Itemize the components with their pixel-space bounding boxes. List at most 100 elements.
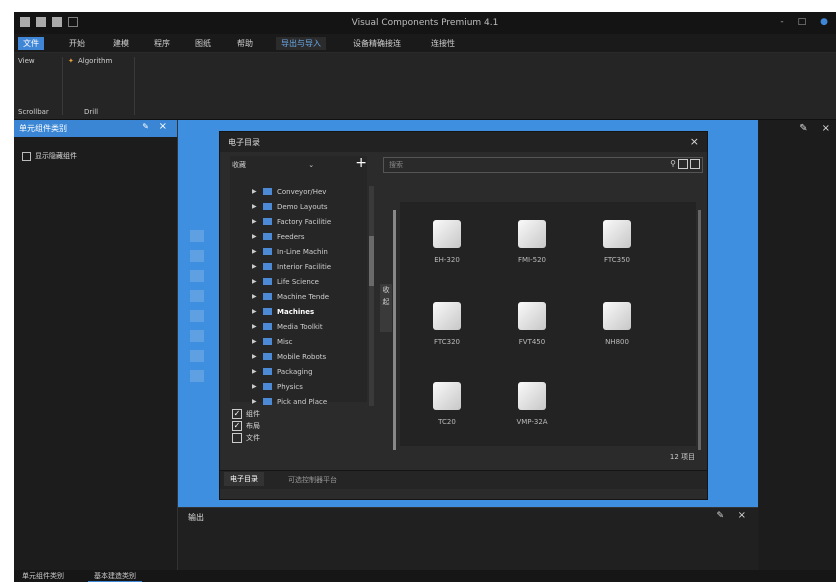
component-tile[interactable]: TC20 [412,382,482,426]
view-tool-icon[interactable] [190,310,204,322]
tree-item[interactable]: ▶ Life Science [252,274,331,289]
tree-item[interactable]: ▶ In-Line Machin [252,244,331,259]
ribbon-view-button[interactable]: View [18,57,35,65]
menu-program[interactable]: 程序 [149,37,175,50]
menu-modeling[interactable]: 建模 [108,37,134,50]
list-view-icon[interactable] [678,159,688,169]
view-tool-icon[interactable] [190,350,204,362]
expand-arrow-icon[interactable]: ▶ [252,383,258,390]
close-icon[interactable]: × [738,510,746,521]
chevron-down-icon[interactable]: ⌄ [308,161,314,169]
menu-home[interactable]: 开始 [64,37,90,50]
tree-item[interactable]: ▶ Physics [252,379,331,394]
expand-arrow-icon[interactable]: ▶ [252,218,258,225]
search-icon[interactable]: ⚲ [670,159,676,168]
add-icon[interactable]: + [355,155,367,171]
app-window: Visual Components Premium 4.1 - □ ● 文件 开… [14,12,836,582]
checkbox-checked[interactable]: ✓ [232,421,242,431]
tree-header[interactable]: 收藏 ⌄ [232,160,314,170]
collapse-tab[interactable]: 收起 [380,284,392,332]
output-title: 输出 [188,513,204,522]
component-tile[interactable]: NH800 [582,302,652,346]
expand-arrow-icon[interactable]: ▶ [252,233,258,240]
expand-arrow-icon[interactable]: ▶ [252,353,258,360]
show-hidden-checkbox[interactable]: 显示隐藏组件 [22,151,77,161]
pin-icon[interactable]: ✎ [799,123,807,134]
menu-device-connect[interactable]: 设备精确接连 [348,37,406,50]
tree-item[interactable]: ▶ Packaging [252,364,331,379]
component-tile[interactable]: EH-320 [412,220,482,264]
checkbox-box[interactable] [22,151,31,161]
filter-layouts[interactable]: ✓ 布局 [232,420,260,432]
search-input[interactable]: 搜索 ⚲ [383,157,703,173]
tree-item[interactable]: ▶ Conveyor/Hev [252,184,331,199]
tree-item[interactable]: ▶ Misc [252,334,331,349]
component-label: TC20 [438,418,456,426]
pin-icon[interactable]: ✎ [716,511,724,521]
tree-item-label: Machines [277,307,315,316]
component-tile[interactable]: FTC350 [582,220,652,264]
checkbox-unchecked[interactable] [232,433,242,443]
expand-arrow-icon[interactable]: ▶ [252,368,258,375]
filter-label: 组件 [246,410,260,418]
grid-scrollbar[interactable] [698,210,701,450]
view-tool-icon[interactable] [190,250,204,262]
tree-item-label: Feeders [277,232,305,241]
component-label: VMP-32A [516,418,548,426]
component-tile[interactable]: FTC320 [412,302,482,346]
close-icon[interactable]: × [159,121,167,132]
expand-arrow-icon[interactable]: ▶ [252,398,258,405]
expand-arrow-icon[interactable]: ▶ [252,248,258,255]
component-tile[interactable]: FVT450 [497,302,567,346]
tree-item-label: Demo Layouts [277,202,328,211]
tab-ecatalog[interactable]: 电子目录 [224,472,264,486]
scrollbar-thumb[interactable] [369,236,374,286]
minimize-button[interactable]: - [780,17,783,27]
tree-item[interactable]: ▶ Media Toolkit [252,319,331,334]
expand-arrow-icon[interactable]: ▶ [252,323,258,330]
expand-arrow-icon[interactable]: ▶ [252,203,258,210]
menu-help[interactable]: 帮助 [232,37,258,50]
tree-item[interactable]: ▶ Demo Layouts [252,199,331,214]
menu-connectivity[interactable]: 连接性 [426,37,460,50]
checkbox-checked[interactable]: ✓ [232,409,242,419]
tree-item[interactable]: ▶ Mobile Robots [252,349,331,364]
tree-item[interactable]: ▶ Interior Facilitie [252,259,331,274]
sort-icon[interactable] [690,159,700,169]
expand-arrow-icon[interactable]: ▶ [252,308,258,315]
tree-scrollbar[interactable] [369,186,374,406]
component-tile[interactable]: FMI-520 [497,220,567,264]
tree-item[interactable]: ▶ Feeders [252,229,331,244]
filter-components[interactable]: ✓ 组件 [232,408,260,420]
view-tool-icon[interactable] [190,330,204,342]
expand-arrow-icon[interactable]: ▶ [252,293,258,300]
tree-item-selected[interactable]: ▶ Machines [252,304,331,319]
component-label: FMI-520 [517,256,547,264]
expand-arrow-icon[interactable]: ▶ [252,278,258,285]
pin-icon[interactable]: ✎ [142,122,149,131]
view-tool-icon[interactable] [190,290,204,302]
menu-file[interactable]: 文件 [18,37,44,50]
tab-controller-platform[interactable]: 可选控制器平台 [288,475,337,485]
menu-drawing[interactable]: 图纸 [190,37,216,50]
view-tool-icon[interactable] [190,270,204,282]
menu-import-export[interactable]: 导出与导入 [276,37,326,50]
tree-item[interactable]: ▶ Machine Tende [252,289,331,304]
view-tool-icon[interactable] [190,230,204,242]
tree-item[interactable]: ▶ Factory Facilitie [252,214,331,229]
filter-files[interactable]: 文件 [232,432,260,444]
expand-arrow-icon[interactable]: ▶ [252,263,258,270]
tab-basic-build[interactable]: 基本建造类别 [88,571,142,582]
component-tile[interactable]: VMP-32A [497,382,567,426]
close-icon[interactable]: × [690,135,699,148]
tab-component-category[interactable]: 单元组件类别 [16,571,70,581]
close-icon[interactable]: × [822,123,830,134]
maximize-button[interactable]: □ [798,17,807,27]
status-dot-icon[interactable]: ● [820,17,828,27]
ribbon-algorithm-button[interactable]: Algorithm [78,57,112,65]
tree-item-label: Misc [277,337,293,346]
expand-arrow-icon[interactable]: ▶ [252,188,258,195]
expand-arrow-icon[interactable]: ▶ [252,338,258,345]
tree-item[interactable]: ▶ Pick and Place [252,394,331,409]
view-tool-icon[interactable] [190,370,204,382]
